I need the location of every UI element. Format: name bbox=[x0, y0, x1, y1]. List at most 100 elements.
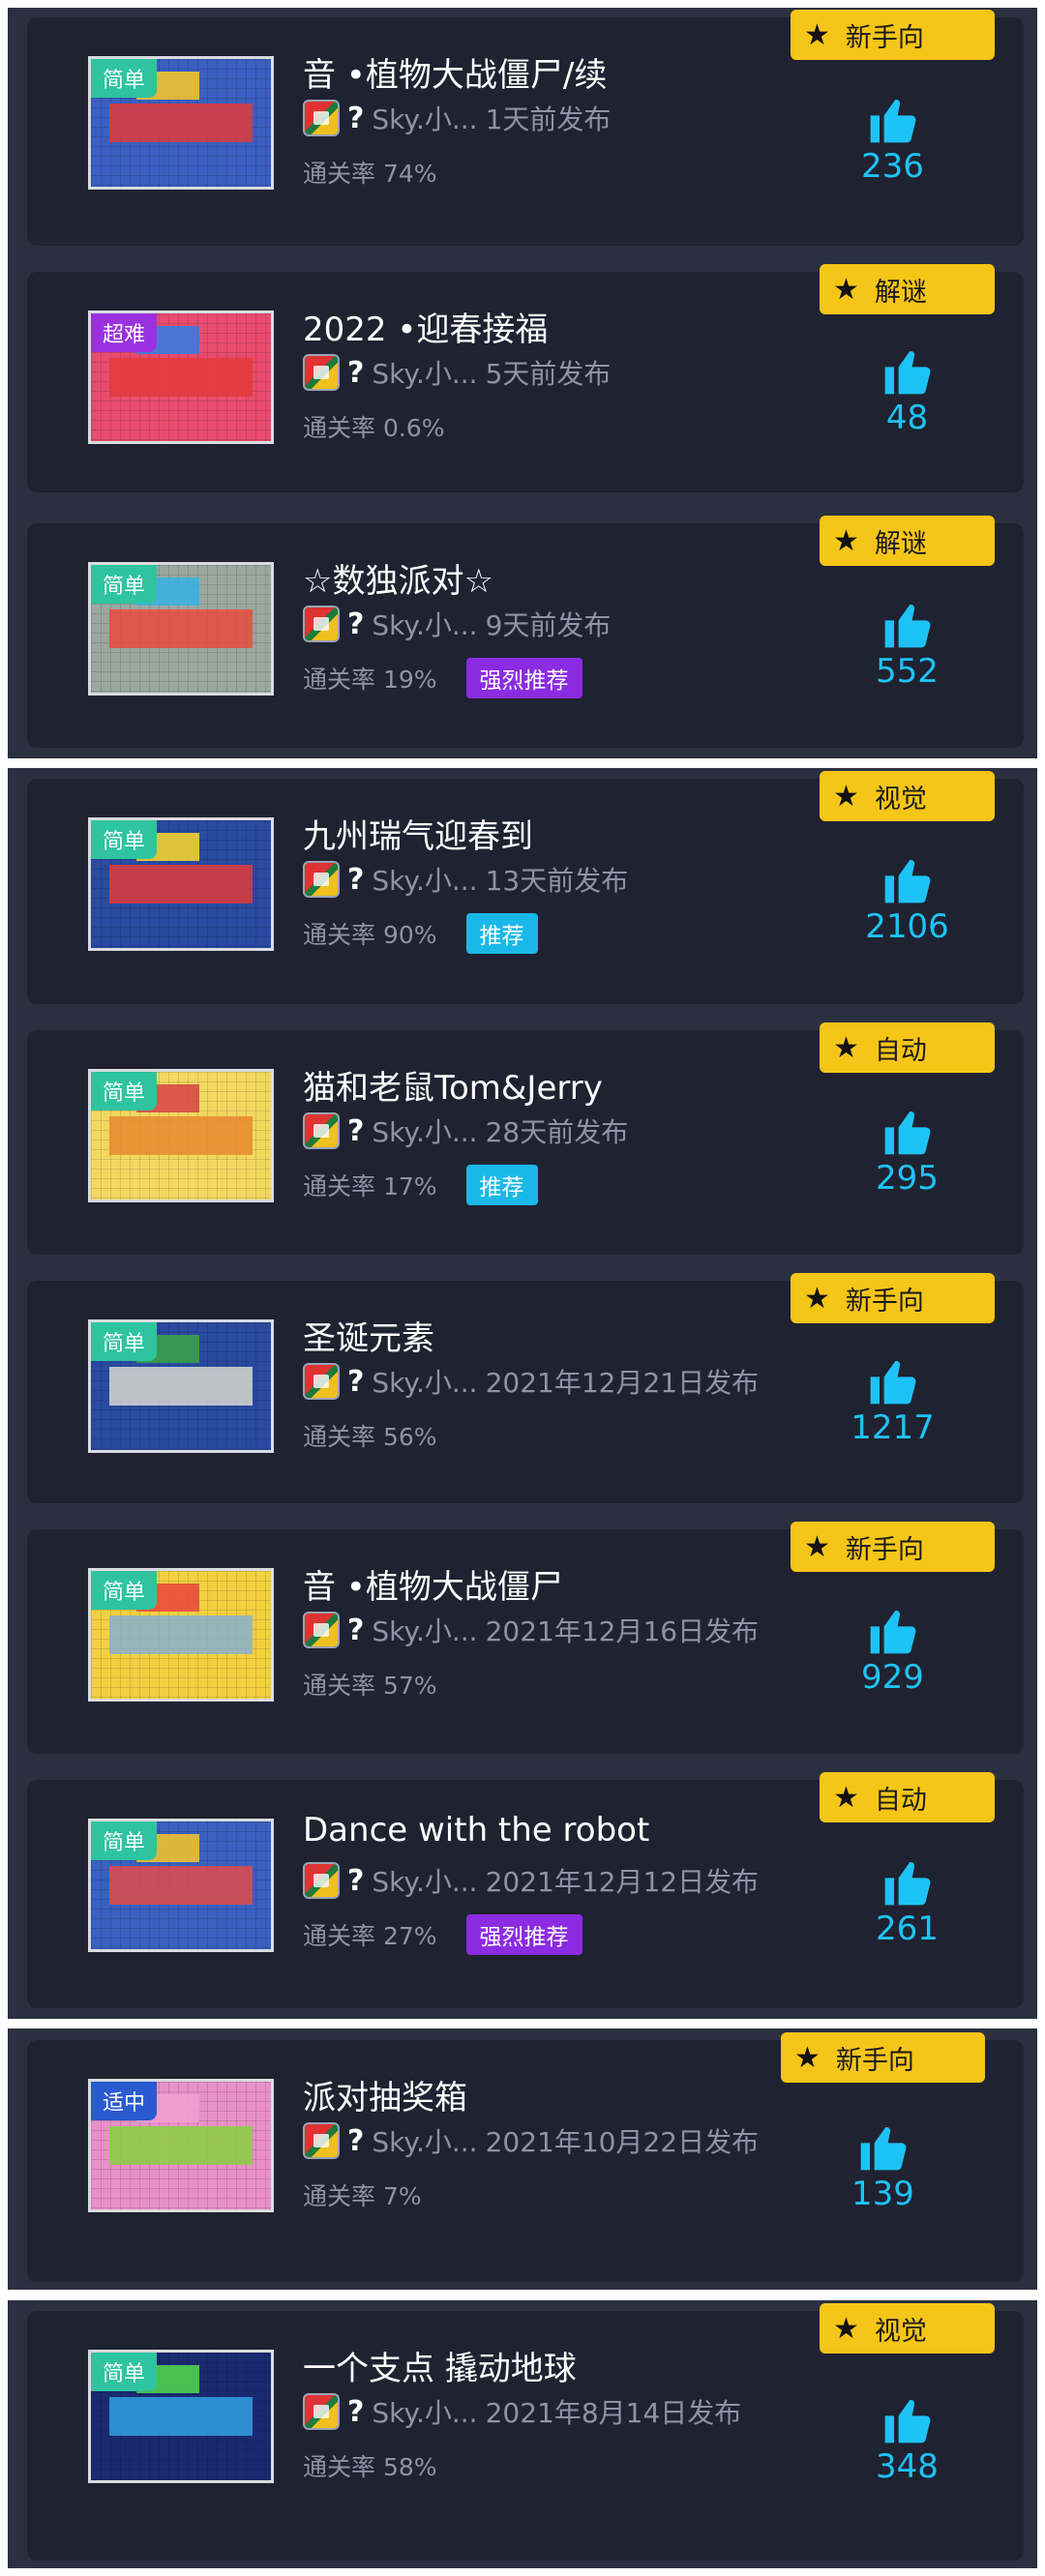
rate-row: 通关率 0.6% bbox=[303, 405, 444, 448]
thumbs-up-icon[interactable] bbox=[881, 1855, 935, 1910]
thumbs-up-icon[interactable] bbox=[856, 2120, 911, 2175]
pass-rate: 通关率 27% bbox=[303, 1922, 437, 1950]
level-card[interactable]: 简单 九州瑞气迎春到 ? Sky.小... 13天前发布 通关率 90% 推荐 … bbox=[27, 771, 1024, 1004]
level-title[interactable]: 派对抽奖箱 bbox=[303, 2071, 467, 2118]
rate-row: 通关率 57% bbox=[303, 1663, 437, 1705]
thumbs-up-icon[interactable] bbox=[881, 853, 935, 907]
level-thumbnail[interactable]: 简单 bbox=[88, 1568, 274, 1702]
level-thumbnail[interactable]: 超难 bbox=[88, 311, 274, 444]
author-name[interactable]: Sky.小... bbox=[372, 353, 477, 392]
avatar[interactable] bbox=[303, 861, 340, 898]
author-name[interactable]: Sky.小... bbox=[372, 99, 477, 137]
author-name[interactable]: Sky.小... bbox=[372, 860, 477, 899]
pass-rate: 通关率 58% bbox=[303, 2453, 437, 2481]
like-count: 48 bbox=[885, 399, 929, 437]
level-title[interactable]: ☆数独派对☆ bbox=[303, 554, 493, 602]
avatar[interactable] bbox=[303, 606, 340, 642]
star-icon: ★ bbox=[833, 1780, 859, 1815]
category-tag: ★ 新手向 bbox=[781, 2032, 985, 2083]
author-name[interactable]: Sky.小... bbox=[372, 1111, 477, 1150]
level-thumbnail[interactable]: 简单 bbox=[88, 1819, 274, 1952]
like-count: 929 bbox=[861, 1658, 924, 1697]
level-thumbnail[interactable]: 简单 bbox=[88, 817, 274, 951]
author-name[interactable]: Sky.小... bbox=[372, 1611, 477, 1649]
author-row: ? Sky.小... 5天前发布 bbox=[303, 351, 611, 394]
difficulty-badge: 简单 bbox=[91, 1322, 158, 1361]
level-card[interactable]: 简单 猫和老鼠Tom&Jerry ? Sky.小... 28天前发布 通关率 1… bbox=[27, 1022, 1024, 1255]
level-thumbnail[interactable]: 简单 bbox=[88, 2350, 274, 2483]
avatar[interactable] bbox=[303, 1612, 340, 1648]
thumbs-up-icon[interactable] bbox=[866, 1354, 920, 1408]
level-card[interactable]: 超难 2022 •迎春接福 ? Sky.小... 5天前发布 通关率 0.6% … bbox=[27, 264, 1024, 492]
author-name[interactable]: Sky.小... bbox=[372, 2392, 477, 2431]
avatar[interactable] bbox=[303, 2122, 340, 2159]
level-card[interactable]: 简单 音 •植物大战僵尸 ? Sky.小... 2021年12月16日发布 通关… bbox=[27, 1522, 1024, 1754]
avatar[interactable] bbox=[303, 100, 340, 136]
level-title[interactable]: 九州瑞气迎春到 bbox=[303, 810, 533, 857]
thumbs-up-icon[interactable] bbox=[881, 1105, 935, 1159]
level-card[interactable]: 简单 一个支点 撬动地球 ? Sky.小... 2021年8月14日发布 通关率… bbox=[27, 2303, 1024, 2561]
recommend-badge: 强烈推荐 bbox=[465, 1914, 582, 1955]
level-thumbnail[interactable]: 简单 bbox=[88, 56, 274, 190]
pass-rate: 通关率 56% bbox=[303, 1423, 437, 1451]
star-icon: ★ bbox=[794, 2040, 821, 2075]
level-card[interactable]: 简单 音 •植物大战僵尸/续 ? Sky.小... 1天前发布 通关率 74% … bbox=[27, 10, 1024, 246]
publish-time: 2021年12月12日发布 bbox=[485, 1866, 760, 1898]
level-title[interactable]: 一个支点 撬动地球 bbox=[303, 2342, 577, 2389]
level-title[interactable]: Dance with the robot bbox=[303, 1811, 649, 1850]
difficulty-badge: 适中 bbox=[91, 2082, 158, 2120]
avatar[interactable] bbox=[303, 1363, 340, 1400]
author-row: ? Sky.小... 9天前发布 bbox=[303, 603, 611, 645]
author-row: ? Sky.小... 2021年12月12日发布 bbox=[303, 1859, 759, 1902]
level-thumbnail[interactable]: 简单 bbox=[88, 562, 274, 696]
question-icon: ? bbox=[347, 101, 365, 135]
level-thumbnail[interactable]: 简单 bbox=[88, 1069, 274, 1202]
difficulty-badge: 简单 bbox=[91, 820, 158, 859]
category-tag: ★ 视觉 bbox=[820, 771, 995, 821]
avatar[interactable] bbox=[303, 354, 340, 391]
author-name[interactable]: Sky.小... bbox=[372, 2121, 477, 2160]
thumbs-up-icon[interactable] bbox=[881, 344, 935, 399]
like-count: 295 bbox=[876, 1159, 939, 1198]
category-tag: ★ 新手向 bbox=[791, 1522, 995, 1572]
level-card[interactable]: 简单 圣诞元素 ? Sky.小... 2021年12月21日发布 通关率 56%… bbox=[27, 1273, 1024, 1503]
level-title[interactable]: 2022 •迎春接福 bbox=[303, 303, 548, 350]
pass-rate: 通关率 74% bbox=[303, 160, 437, 188]
difficulty-badge: 简单 bbox=[91, 565, 158, 604]
level-thumbnail[interactable]: 简单 bbox=[88, 1319, 274, 1453]
rate-row: 通关率 19% 强烈推荐 bbox=[303, 657, 582, 699]
level-title[interactable]: 音 •植物大战僵尸 bbox=[303, 1560, 563, 1608]
like-count: 2106 bbox=[865, 907, 949, 946]
star-icon: ★ bbox=[833, 523, 859, 558]
publish-time: 2021年12月16日发布 bbox=[485, 1615, 760, 1647]
like-count: 261 bbox=[876, 1910, 939, 1948]
author-name[interactable]: Sky.小... bbox=[372, 605, 477, 643]
thumbs-up-icon[interactable] bbox=[881, 598, 935, 652]
publish-time: 1天前发布 bbox=[485, 104, 612, 135]
avatar[interactable] bbox=[303, 2393, 340, 2430]
author-name[interactable]: Sky.小... bbox=[372, 1362, 477, 1401]
avatar[interactable] bbox=[303, 1112, 340, 1149]
level-card[interactable]: 适中 派对抽奖箱 ? Sky.小... 2021年10月22日发布 通关率 7%… bbox=[27, 2032, 1024, 2282]
recommend-badge: 推荐 bbox=[465, 913, 538, 954]
thumbs-up-icon[interactable] bbox=[866, 93, 920, 147]
difficulty-badge: 简单 bbox=[91, 59, 158, 98]
avatar[interactable] bbox=[303, 1862, 340, 1899]
category-label: 视觉 bbox=[874, 784, 927, 814]
level-card[interactable]: 简单 Dance with the robot ? Sky.小... 2021年… bbox=[27, 1772, 1024, 2008]
level-thumbnail[interactable]: 适中 bbox=[88, 2079, 274, 2212]
star-icon: ★ bbox=[804, 1529, 830, 1564]
publish-time: 9天前发布 bbox=[485, 609, 612, 641]
rate-row: 通关率 27% 强烈推荐 bbox=[303, 1913, 582, 1956]
level-title[interactable]: 音 •植物大战僵尸/续 bbox=[303, 48, 607, 96]
level-card[interactable]: 简单 ☆数独派对☆ ? Sky.小... 9天前发布 通关率 19% 强烈推荐 … bbox=[27, 516, 1024, 748]
thumbs-up-icon[interactable] bbox=[881, 2393, 935, 2447]
publish-time: 5天前发布 bbox=[485, 358, 612, 390]
category-tag: ★ 自动 bbox=[820, 1772, 995, 1822]
author-name[interactable]: Sky.小... bbox=[372, 1861, 477, 1900]
level-title[interactable]: 猫和老鼠Tom&Jerry bbox=[303, 1061, 603, 1109]
category-tag: ★ 视觉 bbox=[820, 2303, 995, 2354]
level-title[interactable]: 圣诞元素 bbox=[303, 1312, 434, 1359]
thumbs-up-icon[interactable] bbox=[866, 1604, 920, 1658]
question-icon: ? bbox=[347, 2394, 365, 2429]
